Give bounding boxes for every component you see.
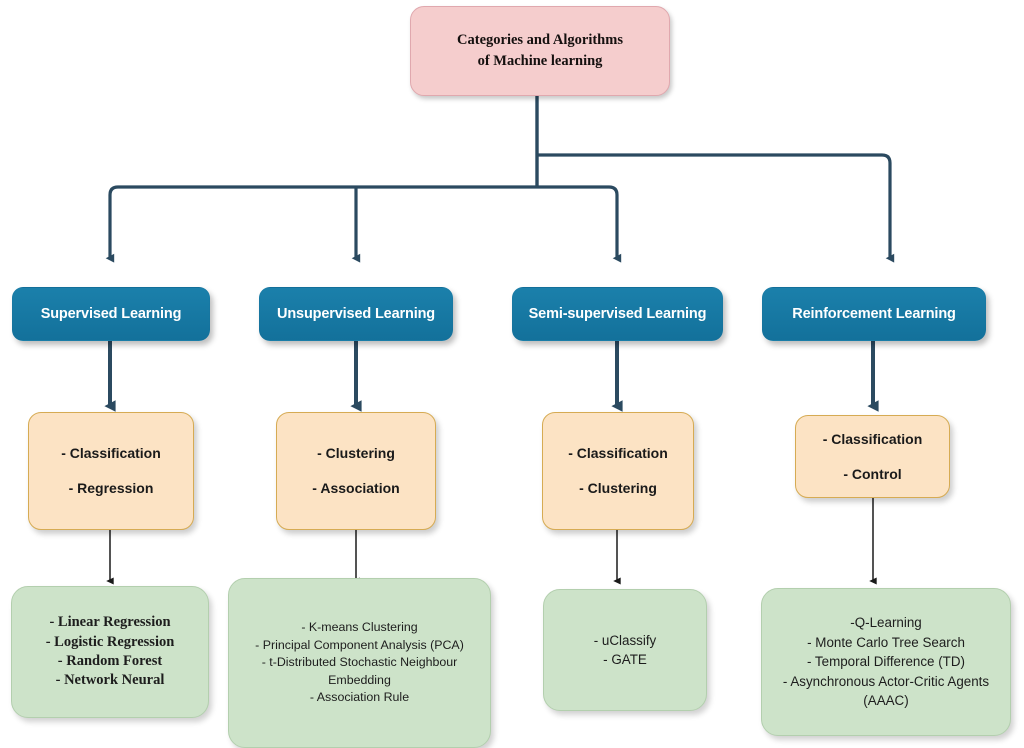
category-label: Semi-supervised Learning — [528, 306, 707, 322]
algorithm-item: - Temporal Difference (TD) — [806, 654, 965, 670]
task-item: - Clustering — [579, 480, 657, 496]
algorithm-item: - Principal Component Analysis (PCA) — [255, 637, 464, 652]
task-item: - Classification — [61, 445, 161, 462]
algorithm-item: - uClassify — [593, 632, 657, 648]
node-category-unsupervised-learning[interactable]: Unsupervised Learning — [259, 287, 453, 341]
flowchart-canvas: Categories and Algorithms of Machine lea… — [0, 0, 1024, 748]
algorithm-item: - Logistic Regression — [45, 633, 175, 650]
task-item: - Classification — [822, 430, 923, 447]
task-item: - Control — [843, 465, 902, 482]
algorithm-item: - t-Distributed Stochastic Neighbour — [261, 655, 458, 670]
node-tasks-semi-supervised-learning[interactable]: - Classification - Clustering — [542, 412, 694, 530]
root-title-line-2: of Machine learning — [477, 53, 603, 69]
connector-rail-left-lower — [105, 185, 537, 263]
category-label: Unsupervised Learning — [277, 306, 435, 322]
task-item: - Regression — [68, 480, 154, 496]
connector-rail-right-upper — [537, 153, 895, 263]
root-title-line-1: Categories and Algorithms — [457, 31, 623, 48]
node-tasks-supervised-learning[interactable]: - Classification - Regression — [28, 412, 194, 530]
node-tasks-unsupervised-learning[interactable]: - Clustering - Association — [276, 412, 436, 530]
node-category-supervised-learning[interactable]: Supervised Learning — [12, 287, 210, 341]
algorithm-item: - Asynchronous Actor-Critic Agents — [782, 673, 990, 689]
category-label: Reinforcement Learning — [792, 306, 956, 322]
category-label: Supervised Learning — [40, 306, 182, 322]
algorithm-item: - Network Neural — [55, 672, 165, 689]
node-algorithms-reinforcement-learning[interactable]: -Q-Learning - Monte Carlo Tree Search - … — [761, 588, 1011, 736]
connector-rail-right-lower — [537, 185, 622, 263]
algorithm-item: Embedding — [328, 672, 391, 687]
task-item: - Classification — [568, 445, 668, 462]
task-item: - Association — [312, 480, 400, 496]
algorithm-item: -Q-Learning — [850, 615, 922, 631]
algorithm-item: - Random Forest — [57, 653, 163, 669]
node-tasks-reinforcement-learning[interactable]: - Classification - Control — [795, 415, 950, 498]
algorithm-item: - K-means Clustering — [301, 619, 418, 634]
node-algorithms-unsupervised-learning[interactable]: - K-means Clustering - Principal Compone… — [228, 578, 491, 748]
node-category-reinforcement-learning[interactable]: Reinforcement Learning — [762, 287, 986, 341]
algorithm-item: - Linear Regression — [49, 614, 171, 631]
algorithm-item: - GATE — [603, 652, 647, 667]
algorithm-item: - Association Rule — [309, 690, 410, 705]
algorithm-item: - Monte Carlo Tree Search — [807, 634, 965, 650]
node-category-semi-supervised-learning[interactable]: Semi-supervised Learning — [512, 287, 723, 341]
node-root[interactable]: Categories and Algorithms of Machine lea… — [410, 6, 670, 96]
algorithm-item: (AAAC) — [863, 693, 909, 709]
node-algorithms-supervised-learning[interactable]: - Linear Regression - Logistic Regressio… — [11, 586, 209, 718]
task-item: - Clustering — [317, 445, 395, 462]
node-algorithms-semi-supervised-learning[interactable]: - uClassify - GATE — [543, 589, 707, 711]
